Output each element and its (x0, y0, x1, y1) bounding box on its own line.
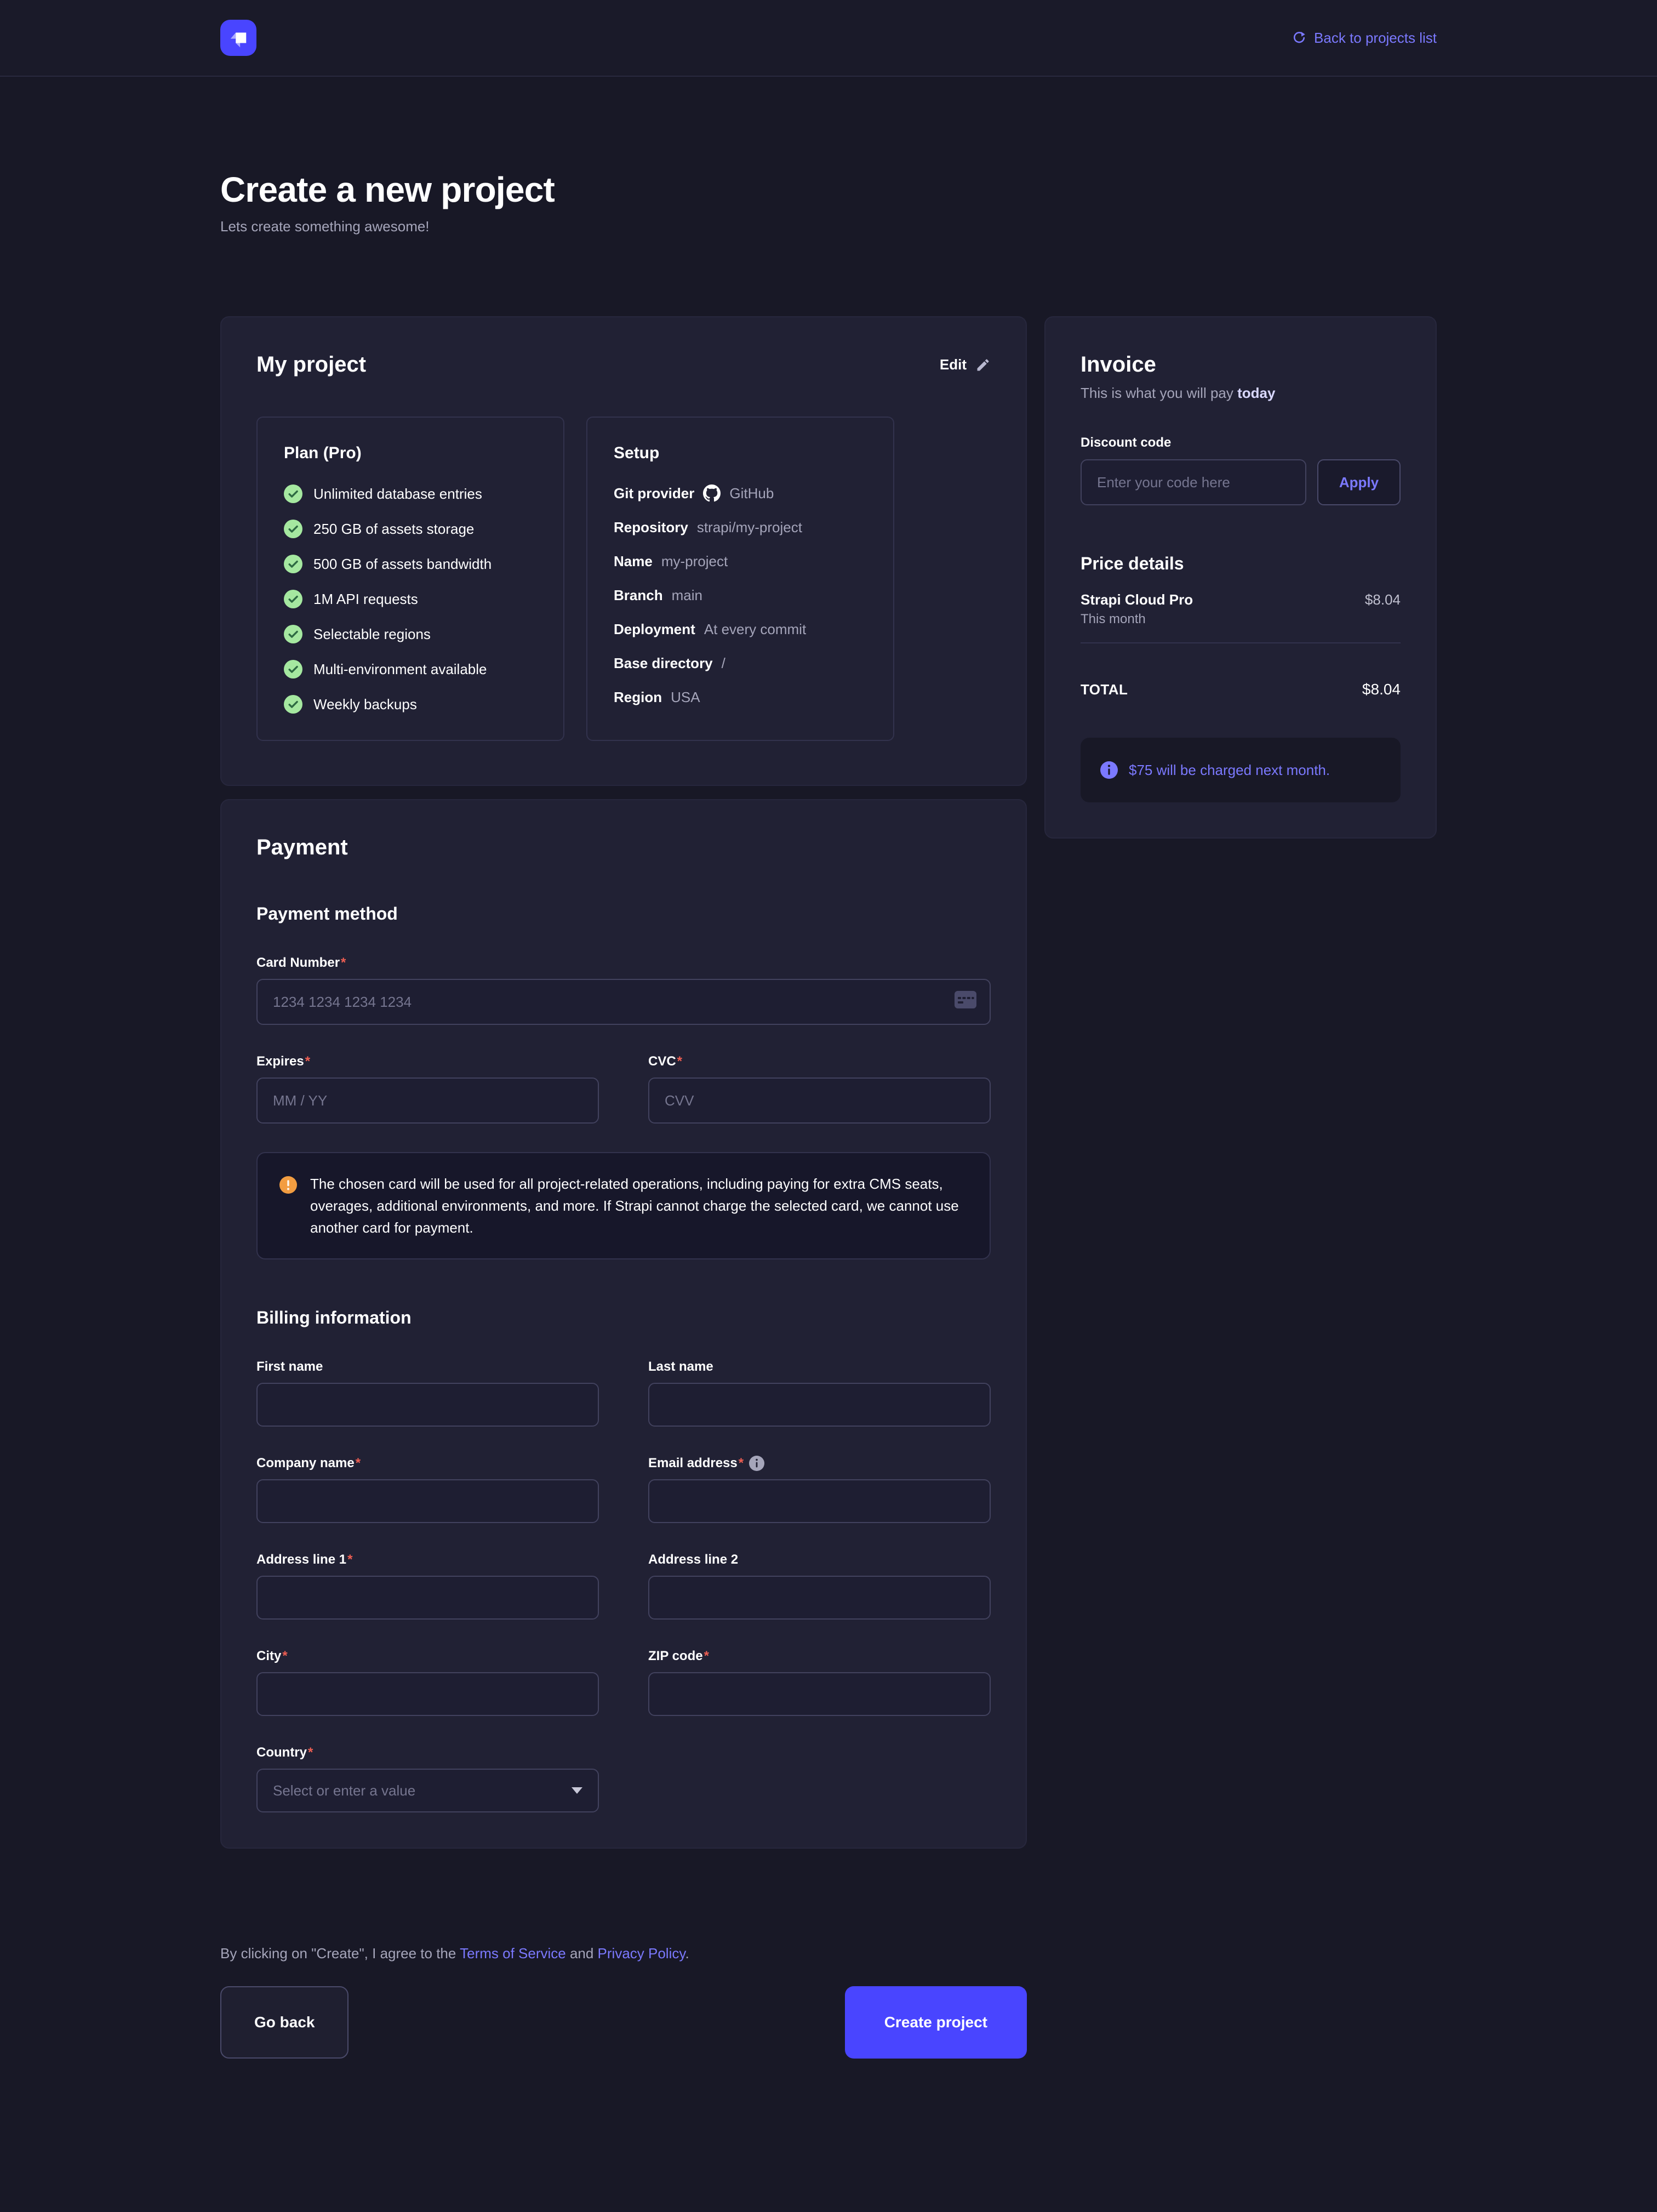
go-back-button[interactable]: Go back (220, 1986, 348, 2059)
payment-card: Payment Payment method Card Number* (220, 799, 1027, 1849)
terms-of-service-link[interactable]: Terms of Service (460, 1945, 566, 1962)
setup-row-deployment: DeploymentAt every commit (614, 620, 867, 638)
last-name-input[interactable] (648, 1383, 991, 1427)
expires-input[interactable] (256, 1078, 599, 1124)
create-project-button[interactable]: Create project (845, 1986, 1027, 2059)
expires-label: Expires* (256, 1053, 599, 1070)
info-icon (1100, 761, 1118, 779)
payment-title: Payment (256, 835, 991, 860)
plan-feature: Selectable regions (284, 625, 537, 643)
company-name-input[interactable] (256, 1479, 599, 1523)
card-number-label: Card Number* (256, 955, 991, 971)
email-address-input[interactable] (648, 1479, 991, 1523)
redo-arrow-icon (1292, 31, 1306, 45)
terms-text: By clicking on "Create", I agree to the … (220, 1945, 1027, 1962)
setup-row-region: RegionUSA (614, 688, 867, 706)
top-navigation-bar: Back to projects list (0, 0, 1657, 77)
plan-feature: 1M API requests (284, 590, 537, 608)
setup-row-repository: Repositorystrapi/my-project (614, 518, 867, 536)
setup-row-branch: Branchmain (614, 586, 867, 604)
credit-card-icon (953, 990, 978, 1014)
project-card-title: My project (256, 352, 366, 377)
back-to-projects-link[interactable]: Back to projects list (1292, 30, 1437, 47)
info-icon (749, 1456, 764, 1471)
address-line-1-label: Address line 1* (256, 1552, 599, 1568)
address-line-1-input[interactable] (256, 1576, 599, 1620)
plan-feature: Unlimited database entries (284, 484, 537, 503)
payment-method-title: Payment method (256, 904, 991, 924)
setup-list: Git provider GitHub Repositorystrapi/my-… (614, 484, 867, 706)
city-input[interactable] (256, 1672, 599, 1716)
apply-discount-button[interactable]: Apply (1317, 459, 1401, 505)
email-address-label: Email address* (648, 1455, 991, 1472)
strapi-cloud-logo-icon (220, 20, 256, 56)
plan-feature: Multi-environment available (284, 660, 537, 679)
page-subtitle: Lets create something awesome! (220, 218, 1437, 235)
plan-feature: 250 GB of assets storage (284, 520, 537, 538)
card-usage-notice: The chosen card will be used for all pro… (256, 1152, 991, 1259)
invoice-total-row: TOTAL $8.04 (1081, 681, 1401, 698)
price-details-title: Price details (1081, 554, 1401, 574)
cvc-label: CVC* (648, 1053, 991, 1070)
check-icon (284, 625, 302, 643)
check-icon (284, 484, 302, 503)
privacy-policy-link[interactable]: Privacy Policy (598, 1945, 685, 1962)
cvc-input[interactable] (648, 1078, 991, 1124)
setup-row-git-provider: Git provider GitHub (614, 484, 867, 502)
invoice-subtitle: This is what you will pay today (1081, 384, 1401, 402)
plan-feature: 500 GB of assets bandwidth (284, 555, 537, 573)
setup-title: Setup (614, 444, 867, 463)
github-icon (703, 484, 721, 502)
invoice-title: Invoice (1081, 352, 1401, 377)
address-line-2-label: Address line 2 (648, 1552, 991, 1568)
billing-information-title: Billing information (256, 1308, 991, 1328)
last-name-label: Last name (648, 1359, 991, 1375)
setup-row-base-directory: Base directory/ (614, 654, 867, 672)
my-project-card: My project Edit Plan (Pro) (220, 316, 1027, 786)
zip-code-input[interactable] (648, 1672, 991, 1716)
setup-panel: Setup Git provider GitHub Repositorystra… (586, 417, 894, 741)
country-select[interactable]: Select or enter a value (256, 1769, 599, 1812)
chevron-down-icon (572, 1787, 582, 1794)
page-title: Create a new project (220, 169, 1437, 210)
check-icon (284, 520, 302, 538)
check-icon (284, 660, 302, 679)
country-label: Country* (256, 1744, 599, 1761)
invoice-divider (1081, 642, 1401, 643)
setup-row-name: Namemy-project (614, 552, 867, 570)
check-icon (284, 555, 302, 573)
plan-feature: Weekly backups (284, 695, 537, 714)
next-month-charge-notice: $75 will be charged next month. (1081, 738, 1401, 802)
city-label: City* (256, 1648, 599, 1664)
invoice-card: Invoice This is what you will pay today … (1044, 316, 1437, 839)
discount-code-label: Discount code (1081, 435, 1401, 451)
card-number-input[interactable] (256, 979, 991, 1025)
first-name-label: First name (256, 1359, 599, 1375)
plan-feature-list: Unlimited database entries 250 GB of ass… (284, 484, 537, 714)
check-icon (284, 695, 302, 714)
check-icon (284, 590, 302, 608)
zip-code-label: ZIP code* (648, 1648, 991, 1664)
plan-title: Plan (Pro) (284, 444, 537, 463)
price-line-item: Strapi Cloud Pro $8.04 (1081, 591, 1401, 608)
warning-icon (279, 1173, 297, 1194)
address-line-2-input[interactable] (648, 1576, 991, 1620)
first-name-input[interactable] (256, 1383, 599, 1427)
plan-panel: Plan (Pro) Unlimited database entries 25… (256, 417, 564, 741)
discount-code-input[interactable] (1081, 459, 1306, 505)
price-line-period: This month (1081, 612, 1401, 627)
company-name-label: Company name* (256, 1455, 599, 1472)
edit-project-button[interactable]: Edit (940, 356, 991, 373)
pencil-icon (975, 357, 991, 373)
